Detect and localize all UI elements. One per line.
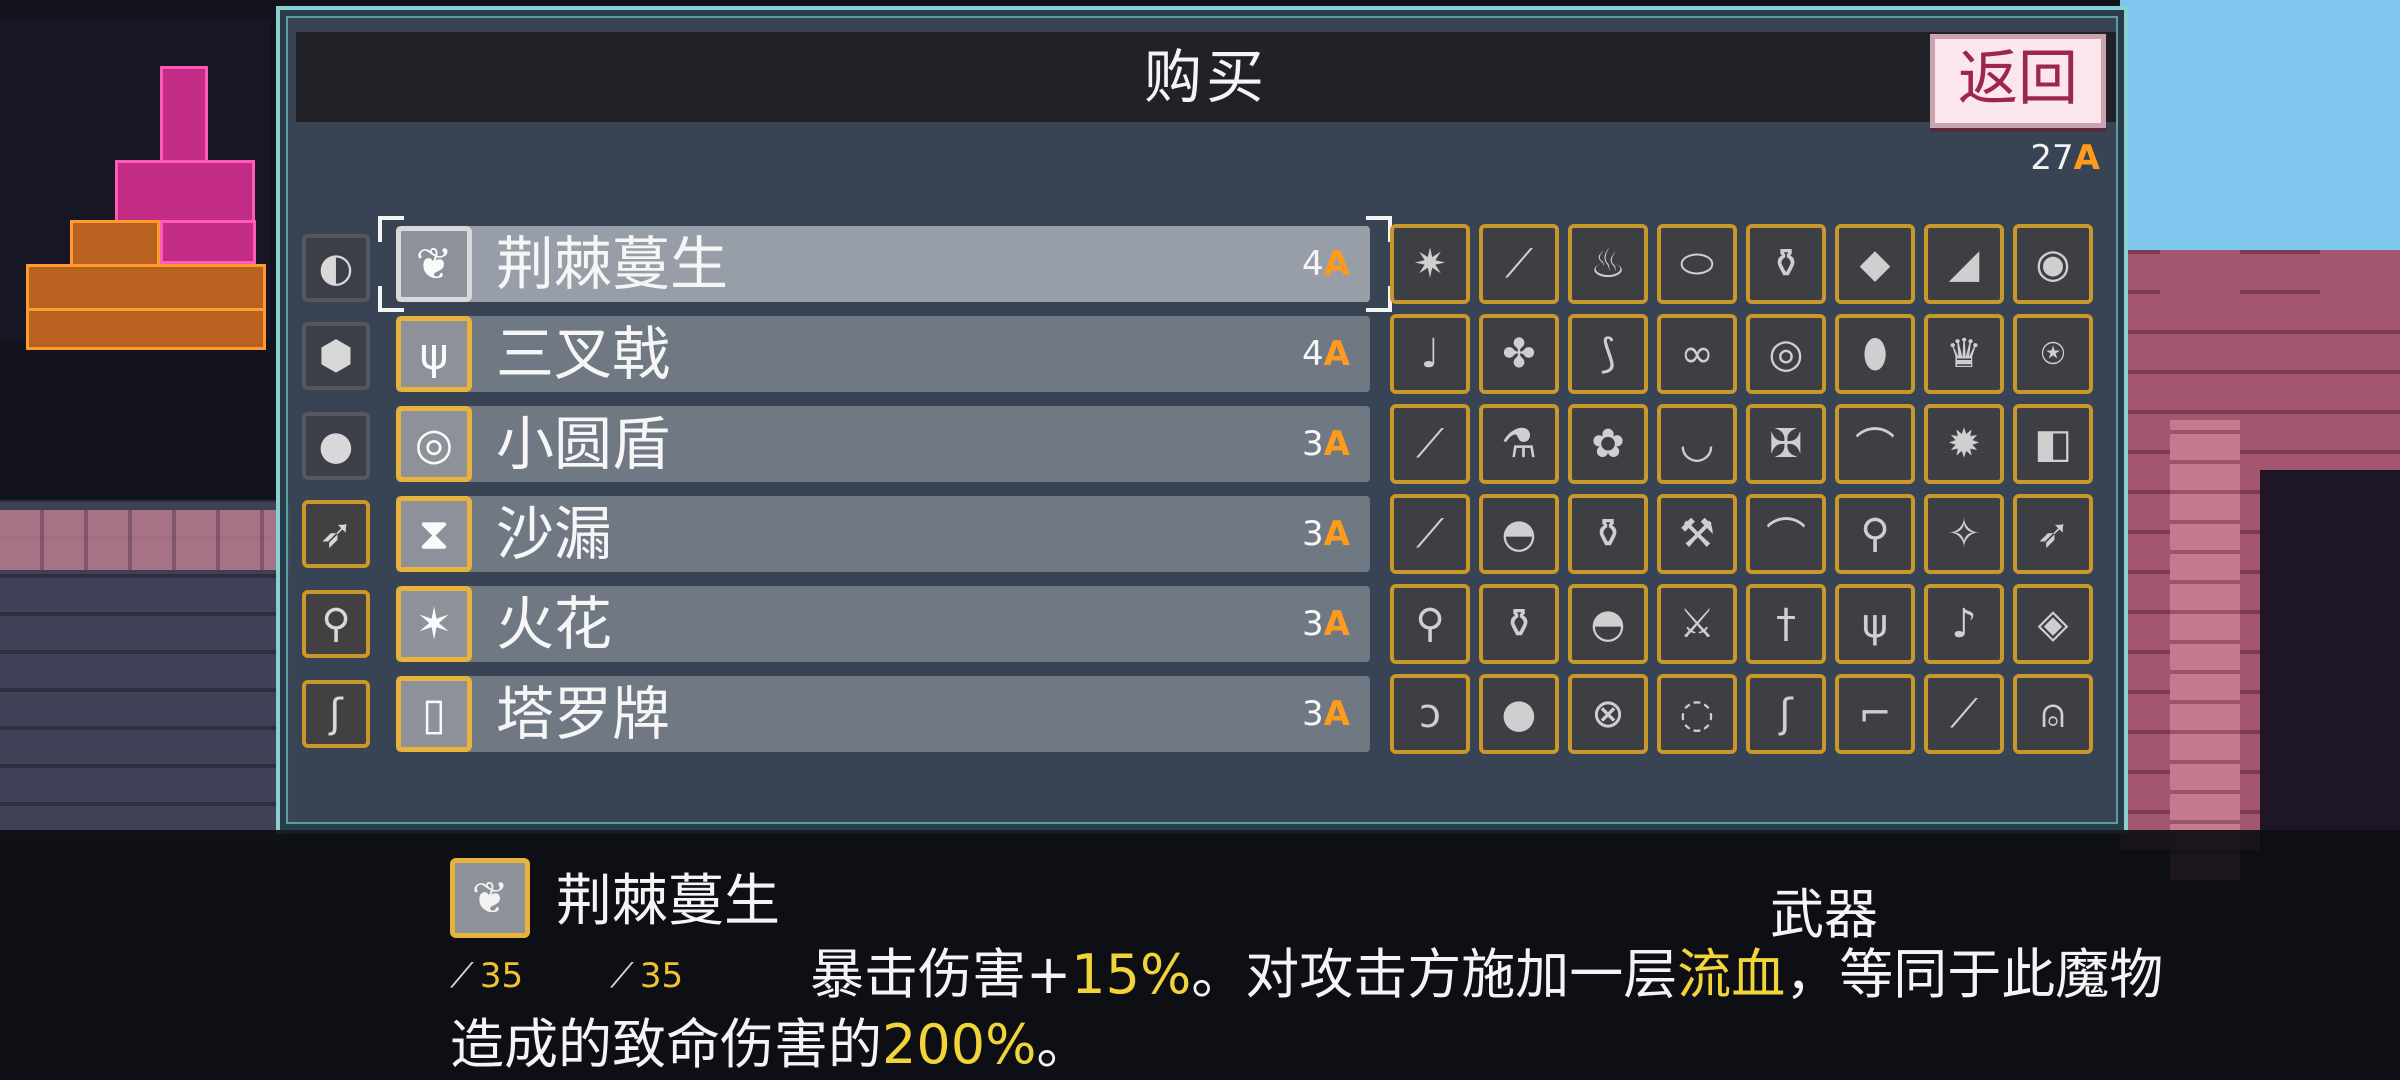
item-name: 沙漏 <box>496 500 613 568</box>
sword-icon[interactable]: ⚔ <box>1657 584 1737 664</box>
club-icon[interactable]: ⟋ <box>1390 404 1470 484</box>
item-price: 4A <box>1302 334 1350 374</box>
trident-icon[interactable]: ψ <box>1835 584 1915 664</box>
item-description-panel: ❦ 荆棘蔓生 武器 ⟋ 35 ⟋ 35 暴击伤害+15%。对攻击方施加一层流血，等同… <box>0 830 2400 1080</box>
cell-currency: 27A <box>1980 138 2100 178</box>
item-name: 三叉戟 <box>496 320 671 388</box>
item-price: 3A <box>1302 604 1350 644</box>
item-price: 3A <box>1302 514 1350 554</box>
thorns-icon: ❦ <box>396 226 472 302</box>
cauldron-icon[interactable]: ◓ <box>1479 494 1559 574</box>
curved-blade-icon[interactable]: ⌒ <box>1835 404 1915 484</box>
selection-corner <box>378 286 404 312</box>
flower-icon[interactable]: ✿ <box>1568 404 1648 484</box>
gem-icon[interactable]: ◈ <box>2013 584 2093 664</box>
description-text: 暴击伤害+15%。对攻击方施加一层流血，等同于此魔物造成的致命伤害的200%。 <box>450 943 2164 1076</box>
item-price: 3A <box>1302 694 1350 734</box>
amulet-icon[interactable]: ⍟ <box>2013 314 2093 394</box>
bread-icon[interactable]: ⬭ <box>1657 224 1737 304</box>
wheel-icon[interactable]: ⊗ <box>1568 674 1648 754</box>
chain-icon[interactable]: ∞ <box>1657 314 1737 394</box>
clover-icon[interactable]: ✤ <box>1479 314 1559 394</box>
bomb-icon[interactable]: ● <box>1479 674 1559 754</box>
minimap <box>0 20 270 350</box>
feather-icon[interactable]: ➶ <box>2013 494 2093 574</box>
selection-corner <box>378 216 404 242</box>
cell-count: 27 <box>2030 138 2074 178</box>
potion-icon[interactable]: ⚗ <box>1479 404 1559 484</box>
description-item-name: 荆棘蔓生 <box>556 869 780 934</box>
harp-icon[interactable]: ♪ <box>1924 584 2004 664</box>
selection-corner <box>1366 286 1392 312</box>
back-button[interactable]: 返回 <box>1930 34 2106 128</box>
shop-title: 购买 <box>1143 43 1268 111</box>
shop-item-row[interactable]: ◎ 小圆盾 3A <box>396 406 1370 482</box>
horn-icon[interactable]: ɔ <box>1390 674 1470 754</box>
wand-icon[interactable]: ✧ <box>1924 494 2004 574</box>
cross-shield-icon[interactable]: ✠ <box>1746 404 1826 484</box>
necklace-icon[interactable]: ◡ <box>1657 404 1737 484</box>
shop-item-row[interactable]: ▯ 塔罗牌 3A <box>396 676 1370 752</box>
spark-icon: ✶ <box>396 586 472 662</box>
droplet-icon[interactable]: ⬮ <box>1835 314 1915 394</box>
disc-icon[interactable]: ◎ <box>1746 314 1826 394</box>
blade-icon[interactable]: ⟋ <box>1479 224 1559 304</box>
shop-item-row[interactable]: ❦ 荆棘蔓生 4A <box>396 226 1370 302</box>
mace-icon[interactable]: ⚲ <box>1835 494 1915 574</box>
orb-icon[interactable]: ◌ <box>1657 674 1737 754</box>
item-name: 塔罗牌 <box>496 680 671 748</box>
item-name: 小圆盾 <box>496 410 671 478</box>
cube-icon[interactable]: ◧ <box>2013 404 2093 484</box>
flask-icon[interactable]: ⚱ <box>1746 224 1826 304</box>
item-price: 3A <box>1302 424 1350 464</box>
hook-icon[interactable]: ʃ <box>1746 674 1826 754</box>
hex-gem-icon[interactable]: ⬢ <box>302 322 370 390</box>
crown-icon[interactable]: ♛ <box>1924 314 2004 394</box>
gear-icon[interactable]: ✹ <box>1924 404 2004 484</box>
pot-icon[interactable]: ◓ <box>1568 584 1648 664</box>
item-name: 荆棘蔓生 <box>496 230 729 298</box>
shark-fin-icon[interactable]: ◢ <box>1924 224 2004 304</box>
leaf-blade-icon[interactable]: ➶ <box>302 500 370 568</box>
castle-tower <box>2170 420 2240 880</box>
trident-icon: ψ <box>396 316 472 392</box>
castle-crenel <box>2160 250 2240 330</box>
shop-header: 购买 <box>296 32 2116 122</box>
jar-icon[interactable]: ⚱ <box>1568 494 1648 574</box>
cell-icon: A <box>2073 138 2100 178</box>
lute-icon[interactable]: ♩ <box>1390 314 1470 394</box>
torch-icon[interactable]: ⚲ <box>302 590 370 658</box>
description-item-type: 武器 <box>1770 883 1878 946</box>
black-sphere-icon[interactable]: ● <box>302 412 370 480</box>
tarot-card-icon: ▯ <box>396 676 472 752</box>
shop-item-row[interactable]: ✶ 火花 3A <box>396 586 1370 662</box>
small-dot-icon[interactable]: ◆ <box>1835 224 1915 304</box>
shop-item-row[interactable]: ⧗ 沙漏 3A <box>396 496 1370 572</box>
item-name: 火花 <box>496 590 613 658</box>
vase-icon[interactable]: ⚱ <box>1479 584 1559 664</box>
flame-icon[interactable]: ♨ <box>1568 224 1648 304</box>
torch-icon[interactable]: ⚲ <box>1390 584 1470 664</box>
buckler-icon: ◎ <box>396 406 472 482</box>
scythe-icon[interactable]: ⟆ <box>1568 314 1648 394</box>
thorns-icon: ❦ <box>450 858 530 938</box>
shop-item-row[interactable]: ψ 三叉戟 4A <box>396 316 1370 392</box>
hook-icon[interactable]: ʃ <box>302 680 370 748</box>
bow-icon[interactable]: ⌒ <box>1746 494 1826 574</box>
castle-crenel <box>2320 250 2400 330</box>
item-price: 4A <box>1302 244 1350 284</box>
brick-ledge <box>0 510 290 570</box>
castle-doorway <box>2260 470 2400 850</box>
bell-icon[interactable]: ⍝ <box>2013 674 2093 754</box>
selection-corner <box>1366 216 1392 242</box>
thorn-claw-icon[interactable]: ✷ <box>1390 224 1470 304</box>
hourglass-icon: ⧗ <box>396 496 472 572</box>
dagger-icon[interactable]: † <box>1746 584 1826 664</box>
staff-icon[interactable]: ⟋ <box>1390 494 1470 574</box>
round-shield-icon[interactable]: ◉ <box>2013 224 2093 304</box>
hammer-icon[interactable]: ⚒ <box>1657 494 1737 574</box>
spear-icon[interactable]: ⟋ <box>1924 674 2004 754</box>
pipe-icon[interactable]: ⌐ <box>1835 674 1915 754</box>
dark-orb-icon[interactable]: ◐ <box>302 234 370 302</box>
